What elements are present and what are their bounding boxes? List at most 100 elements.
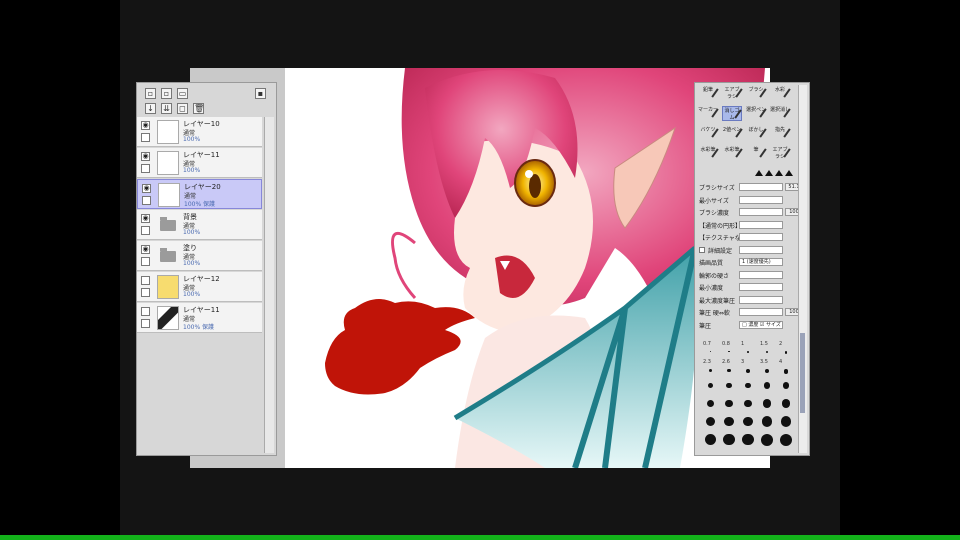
visibility-toggle-icon[interactable]: ◉ xyxy=(141,245,150,254)
tool-property-row[interactable]: 筆圧 硬⇔軟 100 xyxy=(699,308,803,317)
property-field[interactable] xyxy=(739,220,783,229)
property-checkbox[interactable] xyxy=(699,246,705,253)
tool-property-row[interactable]: 最大濃度筆圧 xyxy=(699,295,803,305)
tool-button[interactable]: 2値ペン xyxy=(722,126,743,141)
tool-property-row[interactable]: 最小濃度 xyxy=(699,283,803,292)
tool-property-row[interactable]: 最小サイズ xyxy=(699,195,803,205)
layer-lock-checkbox[interactable] xyxy=(142,196,151,205)
merge-down-icon[interactable]: ⇊ xyxy=(161,103,172,114)
transfer-down-icon[interactable]: ↓ xyxy=(145,103,156,114)
tool-property-row[interactable]: 輪郭の硬さ xyxy=(699,270,803,280)
brush-size-cell[interactable]: 20 xyxy=(777,395,795,412)
brush-size-cell[interactable]: 25 xyxy=(701,413,719,430)
property-field[interactable] xyxy=(739,183,783,191)
property-field[interactable] xyxy=(739,208,783,216)
brush-size-cell[interactable]: 30 xyxy=(720,413,738,430)
brush-size-cell[interactable]: 6 xyxy=(720,377,738,394)
brush-size-cell[interactable]: 60 xyxy=(701,431,719,448)
layer-lock-checkbox[interactable] xyxy=(141,226,150,235)
layer-row[interactable]: ◉ レイヤー20 通常 100% 保護 xyxy=(137,179,262,209)
layer-lock-checkbox[interactable] xyxy=(141,257,150,266)
brush-size-cell[interactable]: 9 xyxy=(777,377,795,394)
brush-shape-icon[interactable] xyxy=(775,170,783,176)
brush-size-cell[interactable]: 8 xyxy=(758,377,776,394)
property-field[interactable] xyxy=(739,245,783,254)
property-field[interactable] xyxy=(739,233,783,241)
brush-size-cell[interactable]: 120 xyxy=(777,431,795,448)
tool-property-row[interactable]: ブラシ濃度 100 xyxy=(699,208,803,217)
layer-row[interactable]: レイヤー11 通常 100% 保護 xyxy=(137,303,262,333)
new-linework-layer-icon[interactable]: ▫ xyxy=(161,88,172,99)
tool-button[interactable]: 選択ペン xyxy=(746,106,767,121)
delete-layer-icon[interactable]: 🗑 xyxy=(193,103,204,114)
brush-size-cell[interactable]: 3 xyxy=(739,359,757,376)
tool-button[interactable]: 消しゴム xyxy=(722,106,742,121)
brush-size-cell[interactable]: 14 xyxy=(739,395,757,412)
layer-row[interactable]: ◉ 背景 通常 100% xyxy=(137,210,262,240)
property-field[interactable] xyxy=(739,270,783,279)
property-field[interactable] xyxy=(739,308,783,316)
visibility-toggle-icon[interactable]: ◉ xyxy=(142,184,151,193)
visibility-toggle-icon[interactable] xyxy=(141,307,150,316)
brush-shape-icon[interactable] xyxy=(765,170,773,176)
tool-property-row[interactable]: 【通常の円形】 xyxy=(699,220,803,230)
tool-button[interactable]: 指先 xyxy=(770,126,791,141)
brush-size-cell[interactable]: 100 xyxy=(758,431,776,448)
brush-size-cell[interactable]: 35 xyxy=(739,413,757,430)
tool-button[interactable]: 水彩筆 xyxy=(698,146,719,161)
layer-row[interactable]: ◉ レイヤー11 通常 100% xyxy=(137,148,262,178)
brush-size-cell[interactable]: 3.5 xyxy=(758,359,776,376)
brush-size-cell[interactable]: 4 xyxy=(777,359,795,376)
tool-property-row[interactable]: 描画品質 1 (速度優先) xyxy=(699,258,803,267)
brush-size-cell[interactable]: 2 xyxy=(777,341,795,358)
property-field[interactable] xyxy=(739,295,783,304)
brush-size-cell[interactable]: 5 xyxy=(701,377,719,394)
tool-button[interactable]: バケツ xyxy=(698,126,719,141)
tool-button[interactable]: ぼかし xyxy=(746,126,767,141)
brush-size-cell[interactable]: 2.3 xyxy=(701,359,719,376)
tool-panel-scrollbar[interactable] xyxy=(798,85,807,453)
tool-button[interactable]: エアブラシ xyxy=(770,146,791,161)
panel-toggle-icon[interactable]: ▪ xyxy=(255,88,266,99)
tool-property-row[interactable]: 詳細設定 xyxy=(699,245,803,255)
brush-size-cell[interactable]: 1.5 xyxy=(758,341,776,358)
property-field[interactable]: 1 (速度優先) xyxy=(739,258,783,266)
brush-size-cell[interactable]: 70 xyxy=(720,431,738,448)
new-folder-icon[interactable]: ▭ xyxy=(177,88,188,99)
tool-button[interactable]: ブラシ xyxy=(746,86,767,101)
visibility-toggle-icon[interactable] xyxy=(141,276,150,285)
property-field[interactable] xyxy=(739,195,783,204)
tool-button[interactable]: エアブラシ xyxy=(722,86,743,101)
clear-layer-icon[interactable]: ◻ xyxy=(177,103,188,114)
tool-button[interactable]: 水彩筆 xyxy=(722,146,743,161)
brush-size-cell[interactable]: 40 xyxy=(758,413,776,430)
brush-size-cell[interactable]: 10 xyxy=(701,395,719,412)
layer-row[interactable]: ◉ 塗り 通常 100% xyxy=(137,241,262,271)
layer-lock-checkbox[interactable] xyxy=(141,319,150,328)
tool-button[interactable]: 水彩 xyxy=(770,86,791,101)
brush-size-cell[interactable]: 2.6 xyxy=(720,359,738,376)
property-field[interactable] xyxy=(739,283,783,291)
layer-row[interactable]: レイヤー12 通常 100% xyxy=(137,272,262,302)
property-field[interactable]: □ 濃度 ☑ サイズ xyxy=(739,320,783,329)
brush-shape-icon[interactable] xyxy=(785,170,793,176)
tool-button[interactable]: 鉛筆 xyxy=(698,86,719,101)
visibility-toggle-icon[interactable]: ◉ xyxy=(141,121,150,130)
brush-size-cell[interactable]: 7 xyxy=(739,377,757,394)
tool-property-row[interactable]: 【テクスチャなし】 xyxy=(699,233,803,242)
visibility-toggle-icon[interactable]: ◉ xyxy=(141,152,150,161)
tool-button[interactable]: 筆 xyxy=(746,146,767,161)
brush-size-cell[interactable]: 0.8 xyxy=(720,341,738,358)
brush-shape-icon[interactable] xyxy=(755,170,763,176)
visibility-toggle-icon[interactable]: ◉ xyxy=(141,214,150,223)
tool-button[interactable]: マーカー xyxy=(698,106,719,121)
brush-size-cell[interactable]: 12 xyxy=(720,395,738,412)
layer-row[interactable]: ◉ レイヤー10 通常 100% xyxy=(137,117,262,147)
tool-property-row[interactable]: 筆圧 □ 濃度 ☑ サイズ xyxy=(699,320,803,330)
layer-lock-checkbox[interactable] xyxy=(141,164,150,173)
brush-size-cell[interactable]: 0.7 xyxy=(701,341,719,358)
brush-size-cell[interactable]: 16 xyxy=(758,395,776,412)
layer-lock-checkbox[interactable] xyxy=(141,288,150,297)
brush-size-cell[interactable]: 1 xyxy=(739,341,757,358)
brush-size-cell[interactable]: 50 xyxy=(777,413,795,430)
